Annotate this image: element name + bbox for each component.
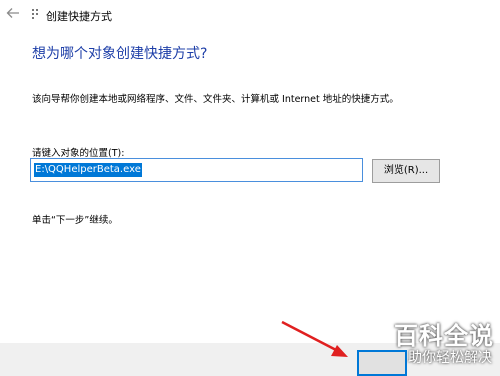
back-arrow-icon[interactable] bbox=[6, 6, 22, 22]
watermark: 百科全说 助你轻松解决 bbox=[372, 316, 494, 370]
location-label: 请键入对象的位置(T): bbox=[32, 148, 125, 159]
page-heading: 想为哪个对象创建快捷方式? bbox=[32, 46, 208, 62]
watermark-title: 百科全说 bbox=[394, 322, 494, 350]
location-input[interactable]: E:\QQHelperBeta.exe bbox=[30, 158, 363, 182]
wizard-icon bbox=[32, 8, 42, 20]
watermark-subtitle: 助你轻松解决 bbox=[408, 350, 492, 366]
browse-button[interactable]: 浏览(R)... bbox=[372, 159, 440, 183]
window-title: 创建快捷方式 bbox=[46, 10, 112, 23]
description-text: 该向导帮你创建本地或网络程序、文件、文件夹、计算机或 Internet 地址的快… bbox=[32, 94, 399, 105]
continue-hint: 单击“下一步”继续。 bbox=[32, 215, 118, 226]
location-input-value: E:\QQHelperBeta.exe bbox=[34, 163, 142, 177]
title-bar: 创建快捷方式 bbox=[0, 0, 500, 30]
